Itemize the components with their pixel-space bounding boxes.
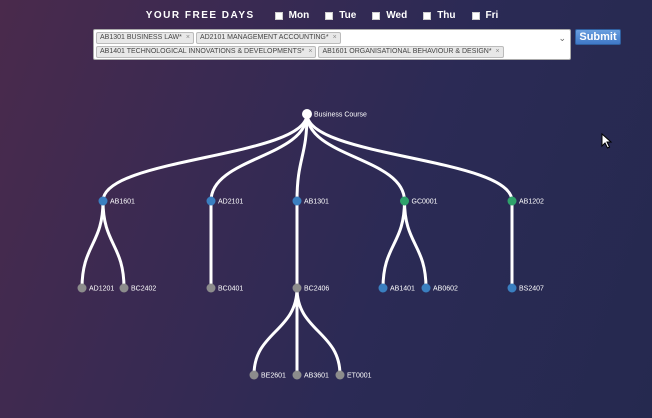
node-dot[interactable] — [249, 370, 259, 380]
node-label: AB1401 — [390, 286, 415, 293]
node-label: AB0602 — [433, 286, 458, 293]
node-label: AD2101 — [218, 199, 243, 206]
tree-link — [252, 287, 299, 376]
node-label: BS2407 — [519, 286, 544, 293]
node-label: ET0001 — [347, 373, 372, 380]
tree-node-ab1601[interactable]: AB1601 — [98, 196, 136, 206]
tree-link — [305, 113, 514, 202]
tree-node-ad1201[interactable]: AD1201 — [77, 283, 115, 293]
tree-node-bc0401[interactable]: BC0401 — [206, 283, 244, 293]
mouse-cursor-icon — [601, 133, 613, 149]
tree-link — [305, 113, 406, 202]
node-dot[interactable] — [421, 283, 431, 293]
node-dot[interactable] — [119, 283, 129, 293]
node-label: BC2406 — [304, 286, 329, 293]
tree-link — [295, 287, 342, 376]
node-dot[interactable] — [206, 196, 216, 206]
node-dot[interactable] — [292, 196, 302, 206]
tree-root-node[interactable]: Business Course — [302, 109, 367, 119]
node-label: BC2402 — [131, 286, 156, 293]
node-dot[interactable] — [292, 370, 302, 380]
tree-node-bs2407[interactable]: BS2407 — [507, 283, 545, 293]
tree-node-be2601[interactable]: BE2601 — [249, 370, 287, 380]
node-dot[interactable] — [507, 283, 517, 293]
node-dot[interactable] — [292, 283, 302, 293]
tree-node-gc0001[interactable]: GC0001 — [400, 196, 438, 206]
tree-node-ab1301[interactable]: AB1301 — [292, 196, 330, 206]
node-label: Business Course — [314, 112, 367, 119]
node-dot[interactable] — [77, 283, 87, 293]
node-label: AB1202 — [519, 199, 544, 206]
tree-link — [80, 200, 105, 289]
node-label: GC0001 — [412, 199, 438, 206]
tree-node-ab1202[interactable]: AB1202 — [507, 196, 545, 206]
node-label: AB3601 — [304, 373, 329, 380]
tree-node-bc2402[interactable]: BC2402 — [119, 283, 157, 293]
node-label: AD1201 — [89, 286, 114, 293]
tree-link — [101, 200, 126, 289]
node-label: AB1301 — [304, 199, 329, 206]
tree-link — [403, 200, 428, 289]
prerequisite-tree: Business Course AB1601 AD1201 BC2402 AD2101 B… — [77, 109, 545, 380]
node-dot[interactable] — [378, 283, 388, 293]
node-dot[interactable] — [507, 196, 517, 206]
node-dot[interactable] — [302, 109, 312, 119]
node-label: BE2601 — [261, 373, 286, 380]
tree-node-ab0602[interactable]: AB0602 — [421, 283, 459, 293]
tree-link — [209, 113, 309, 202]
node-label: BC0401 — [218, 286, 243, 293]
node-dot[interactable] — [335, 370, 345, 380]
tree-node-bc2406[interactable]: BC2406 — [292, 283, 330, 293]
node-dot[interactable] — [98, 196, 108, 206]
tree-link — [101, 113, 309, 202]
tree-node-ab3601[interactable]: AB3601 — [292, 370, 330, 380]
node-label: AB1601 — [110, 199, 135, 206]
tree-node-et0001[interactable]: ET0001 — [335, 370, 372, 380]
tree-link — [381, 200, 406, 289]
node-dot[interactable] — [400, 196, 409, 206]
tree-node-ad2101[interactable]: AD2101 — [206, 196, 244, 206]
node-dot[interactable] — [206, 283, 216, 293]
tree-node-ab1401[interactable]: AB1401 — [378, 283, 416, 293]
